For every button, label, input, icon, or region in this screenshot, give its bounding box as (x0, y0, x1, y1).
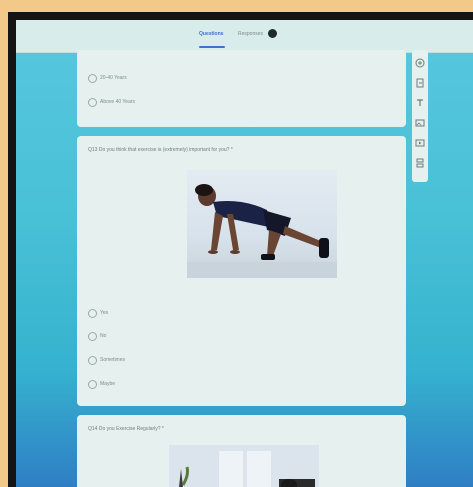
option-label: No (100, 333, 107, 339)
tab-responses[interactable]: Responses (238, 31, 263, 37)
add-section-icon[interactable] (415, 158, 425, 168)
add-video-icon[interactable] (415, 138, 425, 148)
option-label: Above 40 Years (100, 99, 136, 105)
radio-button[interactable] (88, 98, 97, 107)
responses-count-badge (268, 29, 277, 38)
option-label: Sometimes (100, 357, 126, 363)
option-label: Yes (100, 310, 109, 316)
option-label: Maybe (100, 381, 116, 387)
question-card-previous: 20-40 Years Above 40 Years (77, 50, 406, 127)
add-question-icon[interactable] (415, 58, 425, 68)
question-image (187, 170, 337, 278)
active-tab-indicator (199, 46, 225, 48)
radio-button[interactable] (88, 332, 97, 341)
floating-toolbar (412, 50, 428, 182)
radio-button[interactable] (88, 74, 97, 83)
question-title: Q13 Do you think that exercise is (extre… (88, 147, 233, 153)
form-header-bar: Questions Responses (16, 20, 473, 53)
import-questions-icon[interactable] (415, 78, 425, 88)
add-image-icon[interactable] (415, 118, 425, 128)
radio-button[interactable] (88, 356, 97, 365)
exercise-photo (187, 184, 337, 278)
screen: Questions Responses 20-40 Years Above 40… (16, 20, 473, 487)
radio-button[interactable] (88, 309, 97, 318)
radio-button[interactable] (88, 380, 97, 389)
tab-questions[interactable]: Questions (199, 31, 223, 37)
question-card-q13[interactable]: Q13 Do you think that exercise is (extre… (77, 136, 406, 406)
question-image (169, 445, 319, 487)
add-title-icon[interactable] (415, 98, 425, 108)
option-label: 20-40 Years (100, 75, 127, 81)
gym-photo (169, 445, 319, 487)
question-card-q14[interactable]: Q14 Do you Exercise Regularly? * (77, 415, 406, 487)
question-title: Q14 Do you Exercise Regularly? * (88, 426, 164, 432)
